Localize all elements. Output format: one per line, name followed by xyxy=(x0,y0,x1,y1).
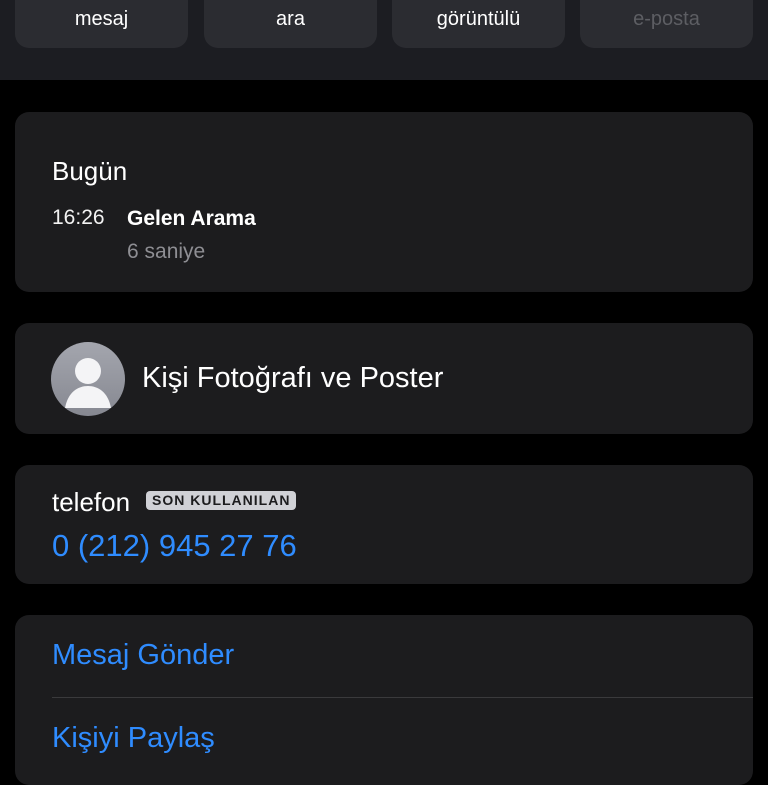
phone-card[interactable]: telefon SON KULLANILAN 0 (212) 945 27 76 xyxy=(15,465,753,584)
call-history-card: Bugün 16:26 Gelen Arama 6 saniye xyxy=(15,112,753,292)
actions-list-card: Mesaj Gönder Kişiyi Paylaş xyxy=(15,615,753,785)
phone-number[interactable]: 0 (212) 945 27 76 xyxy=(52,528,297,564)
recent-badge: SON KULLANILAN xyxy=(146,491,297,510)
contact-photo-card[interactable]: Kişi Fotoğrafı ve Poster xyxy=(15,323,753,434)
call-action-label: ara xyxy=(276,8,305,30)
history-call-type: Gelen Arama xyxy=(127,207,256,230)
action-bar: mesaj ara görüntülü e-posta xyxy=(0,0,768,80)
share-contact-link[interactable]: Kişiyi Paylaş xyxy=(52,722,215,755)
history-title: Bugün xyxy=(52,156,128,186)
avatar-icon xyxy=(51,342,125,416)
history-duration: 6 saniye xyxy=(127,240,206,263)
email-action-label: e-posta xyxy=(633,8,700,30)
video-action-button[interactable]: görüntülü xyxy=(392,0,565,48)
send-message-link[interactable]: Mesaj Gönder xyxy=(52,639,234,672)
list-divider xyxy=(52,697,753,698)
video-action-label: görüntülü xyxy=(436,8,521,30)
email-action-button[interactable]: e-posta xyxy=(580,0,753,48)
message-action-label: mesaj xyxy=(74,8,129,30)
phone-label: telefon xyxy=(52,487,131,517)
message-action-button[interactable]: mesaj xyxy=(15,0,188,48)
history-time: 16:26 xyxy=(52,206,105,229)
contact-photo-label: Kişi Fotoğrafı ve Poster xyxy=(142,362,444,394)
call-action-button[interactable]: ara xyxy=(204,0,377,48)
